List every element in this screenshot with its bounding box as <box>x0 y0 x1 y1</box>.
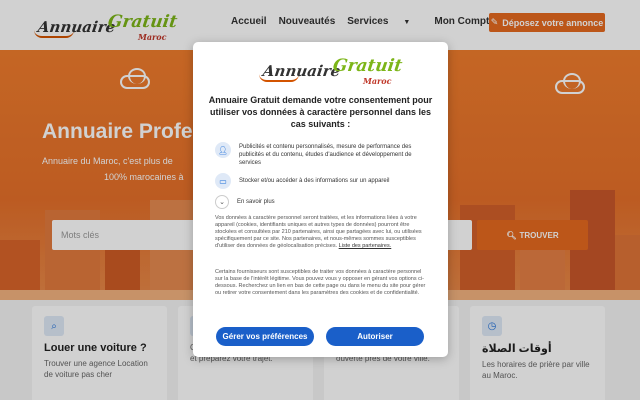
consent-dialog: Annuaire Gratuit Maroc Annuaire Gratuit … <box>193 42 448 357</box>
purpose-text: Publicités et contenu personnalisés, mes… <box>239 144 412 166</box>
device-icon: ▭ <box>215 173 231 189</box>
manage-preferences-button[interactable]: Gérer vos préférences <box>216 327 314 346</box>
partners-list-link[interactable]: Liste des partenaires. <box>339 243 392 249</box>
chevron-down-icon: ⌄ <box>215 195 229 209</box>
learn-more-toggle[interactable]: ⌄ En savoir plus <box>215 195 275 209</box>
consent-purpose-storage: ▭ Stocker et/ou accéder à des informatio… <box>215 173 430 189</box>
person-icon: 👤︎ <box>215 142 231 158</box>
accept-button[interactable]: Autoriser <box>326 327 424 346</box>
logo-word-2: Gratuit <box>331 56 404 76</box>
logo-word-3: Maroc <box>363 76 392 86</box>
consent-legal-text-2: Certains fournisseurs sont susceptibles … <box>215 269 426 296</box>
consent-title: Annuaire Gratuit demande votre consentem… <box>208 95 433 129</box>
consent-purpose-ads: 👤︎ Publicités et contenu personnalisés, … <box>215 142 430 167</box>
purpose-text: Stocker et/ou accéder à des informations… <box>239 178 390 184</box>
consent-legal-text-1: Vos données à caractère personnel seront… <box>215 215 427 250</box>
learn-more-label: En savoir plus <box>237 199 275 205</box>
consent-logo: Annuaire Gratuit Maroc <box>259 56 403 86</box>
logo-word-1: Annuaire <box>261 62 342 80</box>
